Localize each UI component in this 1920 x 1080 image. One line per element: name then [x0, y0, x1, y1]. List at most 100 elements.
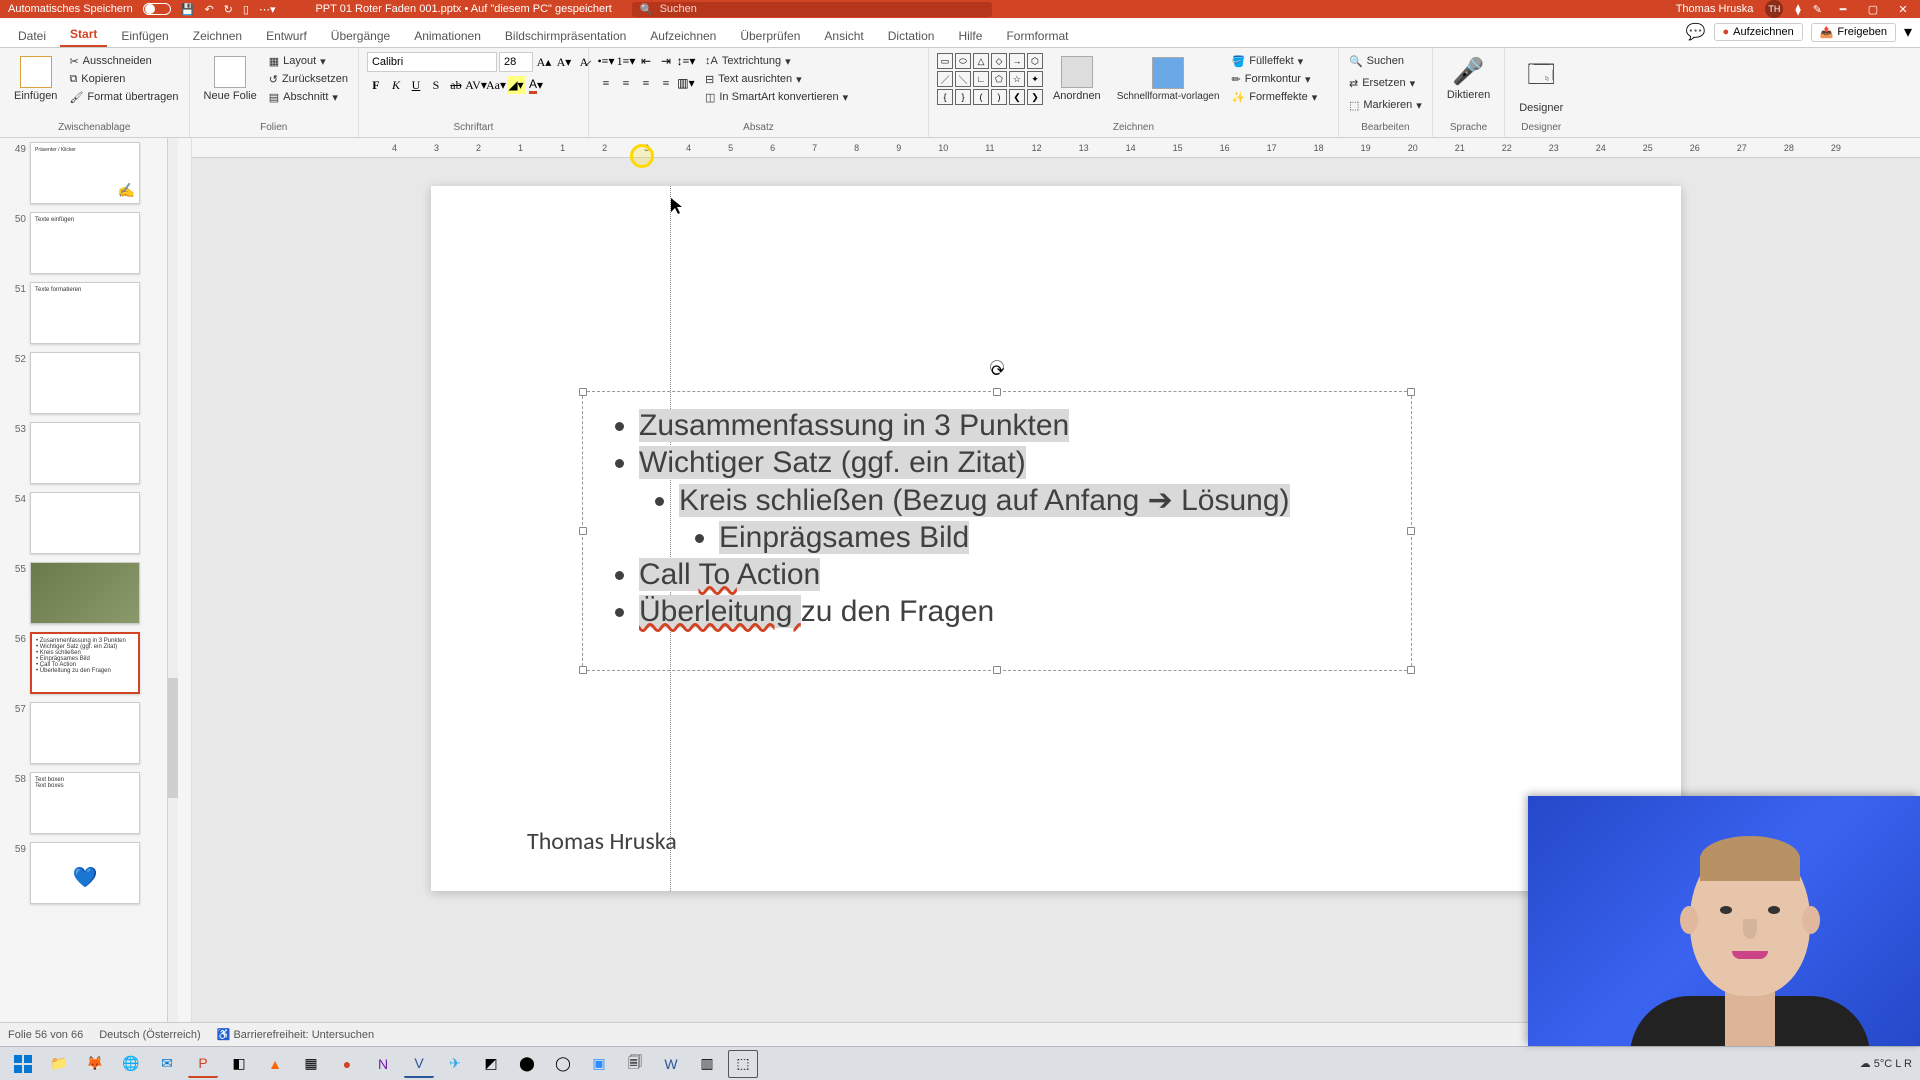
increase-indent-button[interactable]: ⇥	[657, 52, 675, 70]
select-button[interactable]: ⬚Markieren▾	[1347, 96, 1424, 114]
text-direction-button[interactable]: ↕ATextrichtung▾	[703, 52, 850, 70]
align-right-button[interactable]: ≡	[637, 74, 655, 92]
designer-button[interactable]: 🗔Designer	[1513, 52, 1569, 118]
shape-outline-button[interactable]: ✏Formkontur▾	[1230, 70, 1320, 88]
copy-button[interactable]: ⧉Kopieren	[67, 70, 180, 88]
slide-thumbnail-58[interactable]: Text boxenText boxes	[30, 772, 140, 834]
align-center-button[interactable]: ≡	[617, 74, 635, 92]
tab-formformat[interactable]: Formformat	[996, 23, 1078, 47]
resize-handle-sw[interactable]	[579, 666, 587, 674]
change-case-button[interactable]: Aa▾	[487, 76, 505, 94]
app-icon-8[interactable]: ⬚	[728, 1050, 758, 1078]
coming-soon-icon[interactable]: ⧫	[1795, 3, 1800, 16]
slide-thumbnail-52[interactable]	[30, 352, 140, 414]
tab-datei[interactable]: Datei	[8, 23, 56, 47]
strike-button[interactable]: ab	[447, 76, 465, 94]
find-button[interactable]: 🔍Suchen	[1347, 52, 1406, 70]
user-avatar[interactable]: TH	[1765, 0, 1783, 18]
bold-button[interactable]: F	[367, 76, 385, 94]
quick-styles-button[interactable]: Schnellformat-vorlagen	[1111, 53, 1226, 106]
bullet-2-1[interactable]: Kreis schließen (Bezug auf Anfang ➔ Lösu…	[679, 483, 1391, 555]
tab-zeichnen[interactable]: Zeichnen	[183, 23, 252, 47]
language-status[interactable]: Deutsch (Österreich)	[99, 1029, 200, 1041]
app-icon-1[interactable]: ◧	[224, 1050, 254, 1078]
save-icon[interactable]: 💾	[181, 3, 195, 16]
bullets-button[interactable]: •≡▾	[597, 52, 615, 70]
font-name-input[interactable]	[367, 52, 497, 72]
layout-button[interactable]: ▦Layout▾	[267, 52, 350, 70]
ribbon-options-icon[interactable]: ▾	[1904, 22, 1912, 42]
app-icon-3[interactable]: ●	[332, 1050, 362, 1078]
tab-überprüfen[interactable]: Überprüfen	[730, 23, 810, 47]
horizontal-ruler[interactable]: 4321123456789101112131415161718192021222…	[192, 138, 1920, 158]
tab-aufzeichnen[interactable]: Aufzeichnen	[640, 23, 726, 47]
bullet-1[interactable]: Zusammenfassung in 3 Punkten	[639, 409, 1391, 443]
slide-thumbnail-54[interactable]	[30, 492, 140, 554]
slide-thumbnail-53[interactable]	[30, 422, 140, 484]
resize-handle-e[interactable]	[1407, 527, 1415, 535]
tab-dictation[interactable]: Dictation	[878, 23, 945, 47]
autosave-toggle[interactable]	[143, 3, 171, 15]
underline-button[interactable]: U	[407, 76, 425, 94]
rotate-handle[interactable]: ⟳	[990, 360, 1004, 374]
minimize-button[interactable]: ━	[1834, 2, 1852, 16]
line-spacing-button[interactable]: ↕≡▾	[677, 52, 695, 70]
tab-entwurf[interactable]: Entwurf	[256, 23, 317, 47]
telegram-icon[interactable]: ✈	[440, 1050, 470, 1078]
paste-button[interactable]: Einfügen	[8, 52, 63, 106]
align-left-button[interactable]: ≡	[597, 74, 615, 92]
decrease-font-icon[interactable]: A▾	[555, 53, 573, 71]
thumbnails-scrollbar[interactable]	[168, 138, 178, 1022]
shape-effects-button[interactable]: ✨Formeffekte▾	[1230, 88, 1320, 106]
slide-thumbnail-56[interactable]: • Zusammenfassung in 3 Punkten• Wichtige…	[30, 632, 140, 694]
font-size-input[interactable]	[499, 52, 533, 72]
shape-fill-button[interactable]: 🪣Fülleffekt▾	[1230, 52, 1320, 70]
section-button[interactable]: ▤Abschnitt▾	[267, 88, 350, 106]
tab-ansicht[interactable]: Ansicht	[814, 23, 873, 47]
weather-widget[interactable]: ☁ 5°C L R	[1860, 1057, 1912, 1070]
present-from-start-icon[interactable]: ▯	[243, 3, 249, 16]
app-icon-2[interactable]: ▦	[296, 1050, 326, 1078]
resize-handle-s[interactable]	[993, 666, 1001, 674]
char-spacing-button[interactable]: AV▾	[467, 76, 485, 94]
app-icon-4[interactable]: ◩	[476, 1050, 506, 1078]
italic-button[interactable]: K	[387, 76, 405, 94]
align-text-button[interactable]: ⊟Text ausrichten▾	[703, 70, 850, 88]
vlc-icon[interactable]: ▲	[260, 1050, 290, 1078]
dictate-button[interactable]: 🎤Diktieren	[1441, 52, 1496, 105]
app-icon-5[interactable]: ◯	[548, 1050, 578, 1078]
zoom-icon[interactable]: ▣	[584, 1050, 614, 1078]
word-icon[interactable]: W	[656, 1050, 686, 1078]
resize-handle-w[interactable]	[579, 527, 587, 535]
tab-einfügen[interactable]: Einfügen	[111, 23, 178, 47]
obs-icon[interactable]: ⬤	[512, 1050, 542, 1078]
undo-icon[interactable]: ↶	[204, 3, 213, 16]
tab-bildschirmpräsentation[interactable]: Bildschirmpräsentation	[495, 23, 636, 47]
convert-smartart-button[interactable]: ◫In SmartArt konvertieren▾	[703, 88, 850, 106]
shadow-button[interactable]: S	[427, 76, 445, 94]
bullet-2-1-1[interactable]: Einprägsames Bild	[719, 521, 1391, 555]
shapes-gallery[interactable]: ▭⬭△◇→⬡ ／＼∟⬠☆✦ {}()❮❯	[937, 53, 1043, 105]
justify-button[interactable]: ≡	[657, 74, 675, 92]
app-icon-6[interactable]: 🗐	[620, 1050, 650, 1078]
numbering-button[interactable]: 1≡▾	[617, 52, 635, 70]
format-painter-button[interactable]: 🖌Format übertragen	[67, 88, 180, 106]
powerpoint-icon[interactable]: P	[188, 1050, 218, 1078]
bullet-4[interactable]: Überleitung zu den Fragen	[639, 595, 1391, 629]
slide-thumbnail-57[interactable]	[30, 702, 140, 764]
slide-thumbnail-59[interactable]: 💙	[30, 842, 140, 904]
search-box[interactable]: 🔍 Suchen	[632, 2, 992, 17]
file-explorer-icon[interactable]: 📁	[44, 1050, 74, 1078]
start-button[interactable]	[8, 1050, 38, 1078]
tab-start[interactable]: Start	[60, 21, 107, 47]
slide-thumbnail-55[interactable]	[30, 562, 140, 624]
slide-thumbnails-panel[interactable]: 49Präsenter / Klicker✍50Texte einfügen51…	[0, 138, 168, 1022]
slide-footer-author[interactable]: Thomas Hruska	[527, 827, 677, 856]
resize-handle-nw[interactable]	[579, 388, 587, 396]
slide-thumbnail-51[interactable]: Texte formatieren	[30, 282, 140, 344]
replace-button[interactable]: ⇄Ersetzen▾	[1347, 74, 1417, 92]
thumbnails-scroll-thumb[interactable]	[168, 678, 178, 798]
chrome-icon[interactable]: 🌐	[116, 1050, 146, 1078]
resize-handle-n[interactable]	[993, 388, 1001, 396]
tab-hilfe[interactable]: Hilfe	[948, 23, 992, 47]
